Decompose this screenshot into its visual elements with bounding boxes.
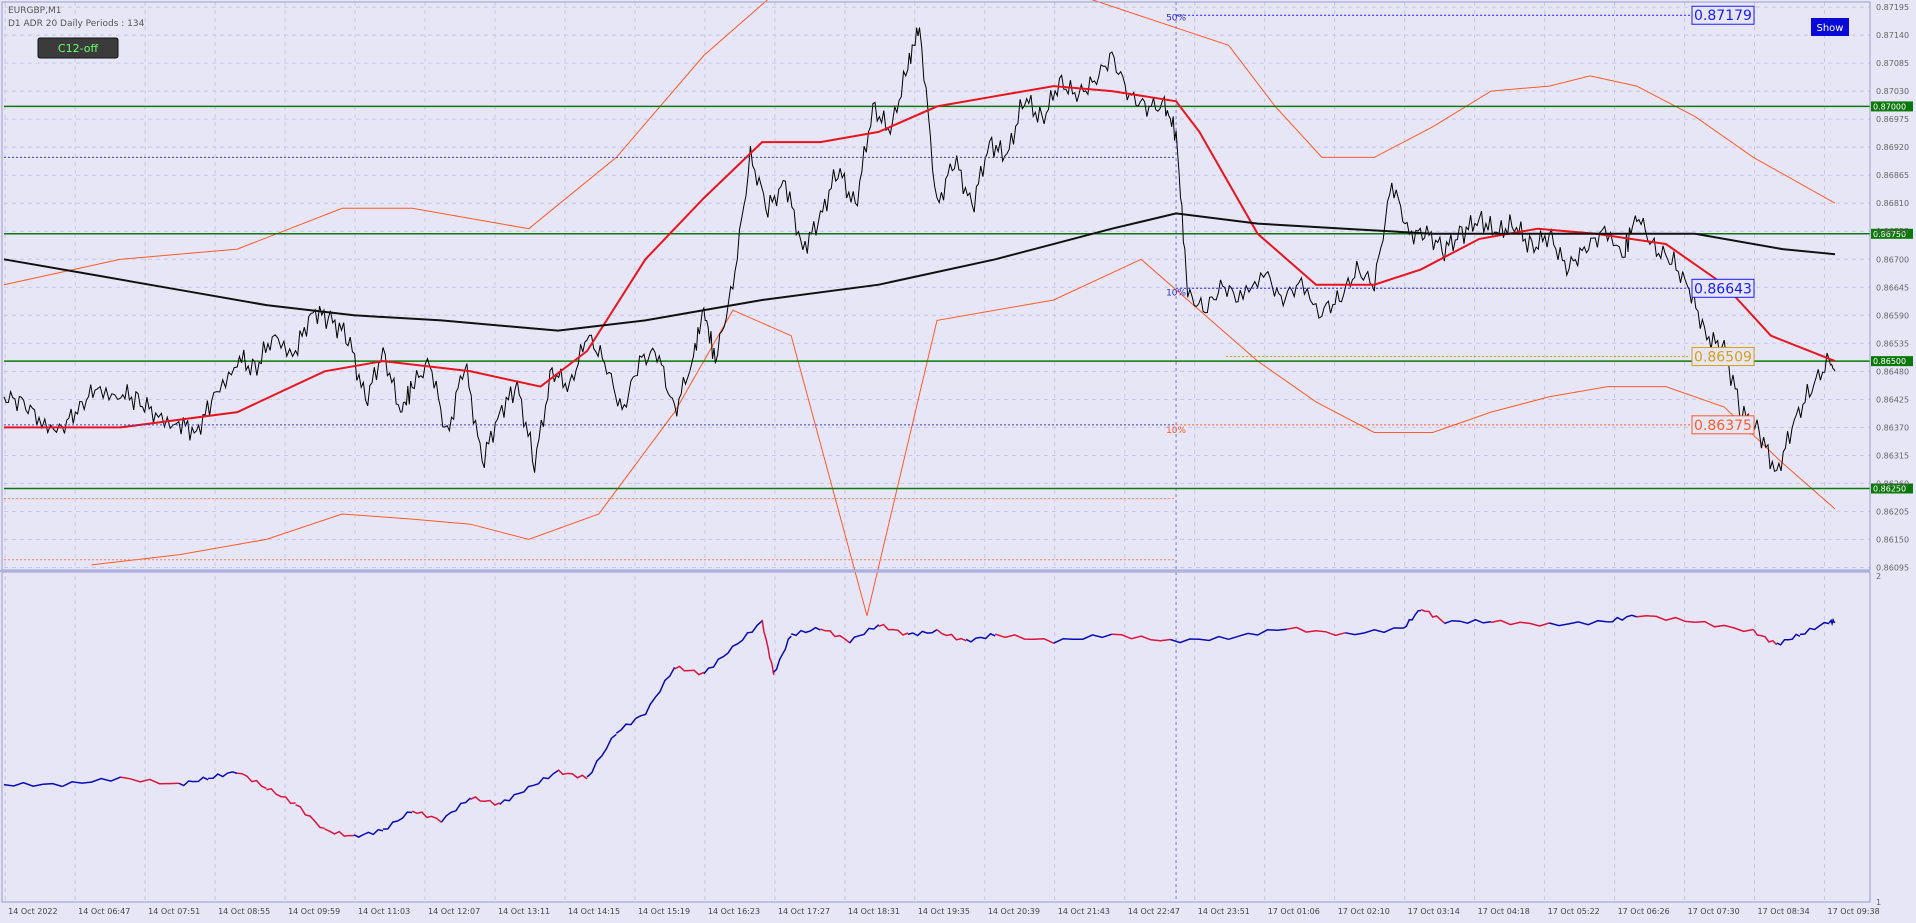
x-tick-label: 14 Oct 17:27 [778,907,830,916]
percent-annotation: 10% [1166,426,1186,436]
osc-y-tick-label: 2 [1876,572,1881,581]
x-tick-label: 14 Oct 23:51 [1198,907,1250,916]
x-tick-label: 14 Oct 18:31 [848,907,900,916]
y-tick-label: 0.86535 [1876,339,1909,348]
y-tick-label: 0.87030 [1876,87,1909,96]
x-tick-label: 14 Oct 22:47 [1128,907,1180,916]
y-tick-label: 0.87195 [1876,3,1909,12]
x-tick-label: 14 Oct 15:19 [638,907,690,916]
x-tick-label: 14 Oct 07:51 [148,907,200,916]
y-tick-label: 0.86645 [1876,283,1909,292]
percent-annotation: 50% [1166,13,1186,23]
x-tick-label: 17 Oct 06:26 [1618,907,1670,916]
x-tick-label: 14 Oct 12:07 [428,907,480,916]
x-tick-label: 17 Oct 09:38 [1828,907,1880,916]
y-tick-label: 0.86425 [1876,395,1909,404]
symbol-label: EURGBP,M1 [8,6,61,16]
x-tick-label: 17 Oct 04:18 [1478,907,1530,916]
chart-canvas[interactable]: 0.870000.867500.865000.86250 0.871950.87… [0,0,1916,923]
c12-button[interactable]: C12-off [37,37,119,59]
level-tag-label: 0.86500 [1873,357,1906,366]
x-tick-label: 14 Oct 16:23 [708,907,760,916]
y-tick-label: 0.86315 [1876,451,1909,460]
y-tick-label: 0.86260 [1876,479,1909,488]
target-box-label: 0.87179 [1694,8,1752,24]
y-tick-label: 0.86700 [1876,255,1909,264]
x-tick-label: 14 Oct 14:15 [568,907,620,916]
x-tick-label: 14 Oct 20:39 [988,907,1040,916]
x-tick-label: 14 Oct 2022 [8,907,57,916]
y-tick-label: 0.86370 [1876,423,1909,432]
x-tick-label: 14 Oct 06:47 [78,907,130,916]
y-tick-label: 0.86975 [1876,115,1909,124]
y-tick-label: 0.87140 [1876,31,1909,40]
x-tick-label: 14 Oct 08:55 [218,907,270,916]
adr-label: D1 ADR 20 Daily Periods : 134 [8,19,145,29]
y-tick-label: 0.86205 [1876,507,1909,516]
y-tick-label: 0.87085 [1876,59,1909,68]
target-box-label: 0.86643 [1694,281,1752,297]
y-tick-label: 0.86150 [1876,535,1909,544]
percent-annotation: 10% [1166,288,1186,298]
y-tick-label: 0.86810 [1876,199,1909,208]
x-tick-label: 17 Oct 05:22 [1548,907,1600,916]
x-tick-label: 17 Oct 02:10 [1338,907,1390,916]
x-tick-label: 14 Oct 11:03 [358,907,410,916]
target-box-label: 0.86375 [1694,418,1752,434]
x-tick-label: 17 Oct 08:34 [1758,907,1810,916]
y-tick-label: 0.86865 [1876,171,1909,180]
level-tag-label: 0.87000 [1873,102,1906,111]
x-tick-label: 14 Oct 09:59 [288,907,340,916]
y-tick-label: 0.86755 [1876,227,1909,236]
c12-button-label: C12-off [58,42,99,55]
target-box-label: 0.86509 [1694,350,1752,366]
x-tick-label: 14 Oct 21:43 [1058,907,1110,916]
show-button-label: Show [1817,23,1844,34]
x-tick-label: 17 Oct 03:14 [1408,907,1460,916]
x-tick-label: 17 Oct 07:30 [1688,907,1740,916]
y-tick-label: 0.86480 [1876,367,1909,376]
osc-y-tick-label: 1 [1876,898,1881,907]
y-tick-label: 0.86590 [1876,311,1909,320]
show-button[interactable]: Show [1811,18,1849,36]
x-tick-label: 17 Oct 01:06 [1268,907,1320,916]
y-tick-label: 0.86920 [1876,143,1909,152]
chart-background [0,0,1916,923]
x-tick-label: 14 Oct 13:11 [498,907,550,916]
x-tick-label: 14 Oct 19:35 [918,907,970,916]
